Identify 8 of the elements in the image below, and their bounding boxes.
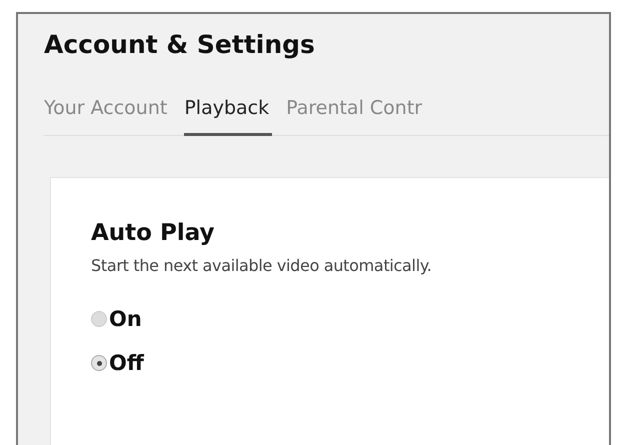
tab[interactable]: Playback xyxy=(184,97,272,136)
section-description: Start the next available video automatically. xyxy=(91,256,433,275)
radio-button[interactable] xyxy=(91,311,107,327)
radio-label[interactable]: Off xyxy=(109,351,144,375)
page-title: Account & Settings xyxy=(44,30,316,59)
radio-button[interactable] xyxy=(91,355,107,371)
section-heading: Auto Play xyxy=(91,220,216,246)
radio-label[interactable]: On xyxy=(109,307,142,331)
